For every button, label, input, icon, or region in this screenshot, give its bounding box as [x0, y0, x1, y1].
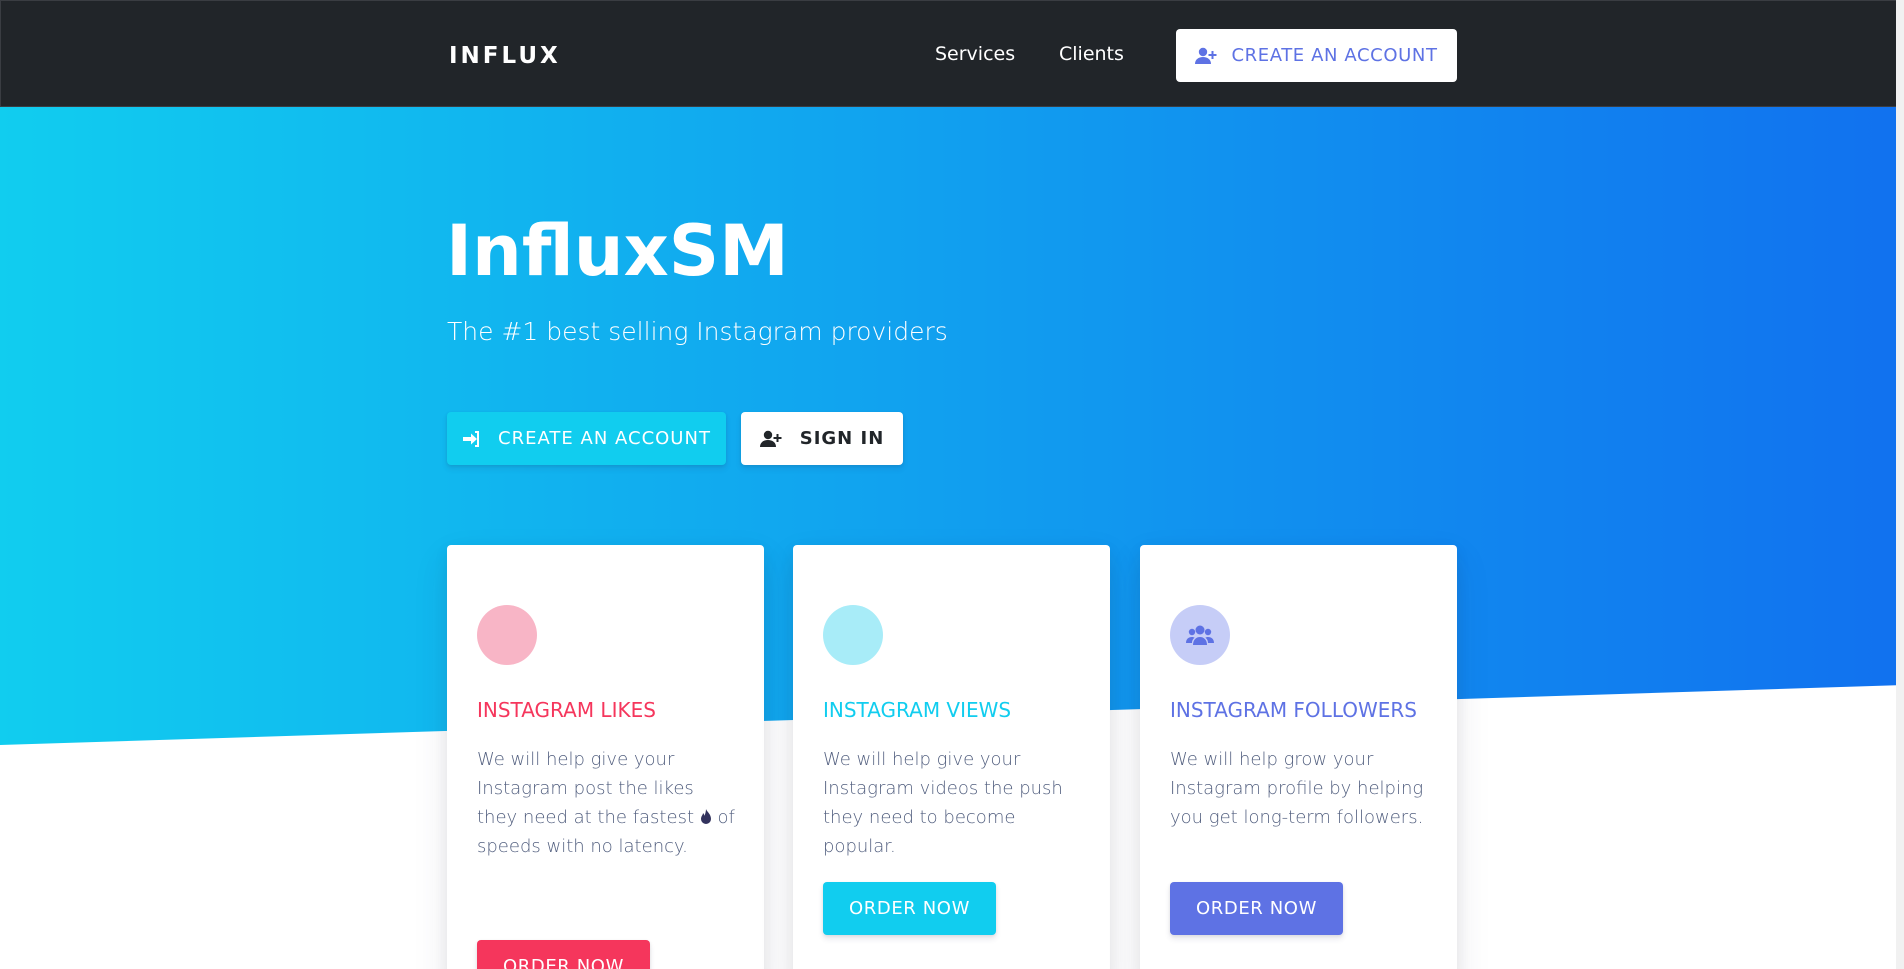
users-icon [1170, 605, 1230, 665]
page-scrollbar[interactable] [1896, 0, 1904, 969]
eye-icon [823, 605, 883, 665]
hero-create-account-label: CREATE AN ACCOUNT [498, 428, 711, 449]
nav-create-account-button[interactable]: CREATE AN ACCOUNT [1176, 29, 1457, 82]
heart-icon [477, 605, 537, 665]
card-description-part: We will help give your Instagram post th… [477, 749, 695, 828]
hero-sign-in-button[interactable]: SIGN IN [741, 412, 903, 465]
service-card-likes: INSTAGRAM LIKES We will help give your I… [447, 545, 764, 969]
nav-link-services[interactable]: Services [935, 43, 1015, 65]
order-now-button[interactable]: ORDER NOW [477, 940, 650, 969]
hero-create-account-button[interactable]: CREATE AN ACCOUNT [447, 412, 726, 465]
user-plus-icon [759, 430, 782, 447]
nav-create-account-label: CREATE AN ACCOUNT [1231, 45, 1438, 66]
service-card-followers: INSTAGRAM FOLLOWERS We will help grow yo… [1140, 545, 1457, 969]
order-now-button[interactable]: ORDER NOW [823, 882, 996, 935]
card-description: We will help grow your Instagram profile… [1170, 749, 1424, 828]
user-plus-icon [1195, 47, 1217, 64]
card-title: INSTAGRAM VIEWS [823, 698, 1012, 722]
card-description: We will help give your Instagram videos … [823, 749, 1063, 857]
top-navbar: INFLUX Services Clients CREATE AN ACCOUN… [0, 0, 1904, 107]
brand-logo[interactable]: INFLUX [449, 43, 561, 69]
sign-in-icon [463, 430, 480, 447]
card-title: INSTAGRAM FOLLOWERS [1170, 698, 1417, 722]
users-glyph [1186, 625, 1214, 645]
service-card-views: INSTAGRAM VIEWS We will help give your I… [793, 545, 1110, 969]
card-title: INSTAGRAM LIKES [477, 698, 656, 722]
order-now-button[interactable]: ORDER NOW [1170, 882, 1343, 935]
hero-subtitle: The #1 best selling Instagram providers [447, 317, 948, 346]
fire-icon [700, 809, 711, 824]
card-description: We will help give your Instagram post th… [477, 745, 737, 861]
nav-link-clients[interactable]: Clients [1059, 43, 1124, 65]
hero-title: InfluxSM [446, 210, 789, 292]
hero-sign-in-label: SIGN IN [799, 428, 885, 449]
